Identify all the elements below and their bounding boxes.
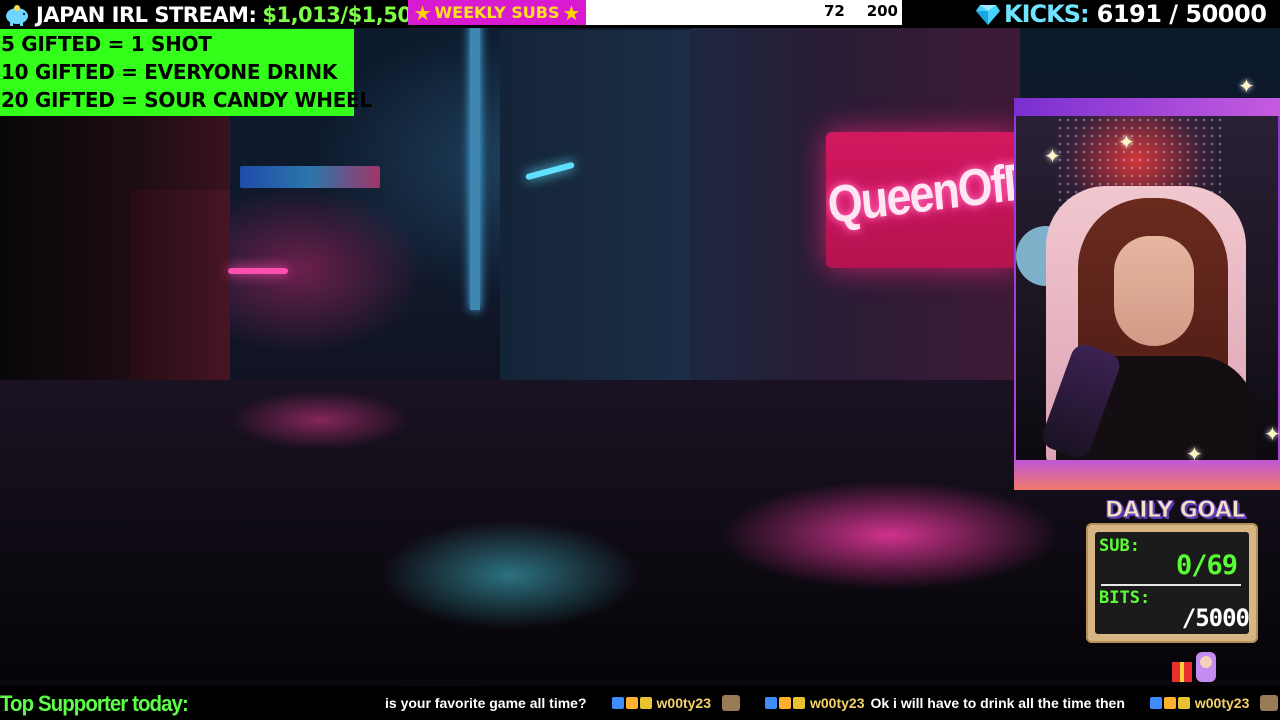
gift-icon <box>1172 652 1216 682</box>
prime-badge-icon <box>611 697 624 709</box>
weekly-subs-goal: 200 <box>866 2 898 20</box>
sparkle-icon: ✦ <box>1044 146 1061 168</box>
gifted-rule: 20 GIFTED = SOUR CANDY WHEEL <box>1 88 372 112</box>
daily-goal-board: SUB: 0/69 BITS: /5000 <box>1086 523 1258 643</box>
kicks-goal: KICKS: 6191 / 50000 <box>976 0 1267 28</box>
top-supporter-label: Top Supporter today: <box>0 691 189 716</box>
gifted-rule: 5 GIFTED = 1 SHOT <box>1 32 212 56</box>
chat-ticker: is your favorite game all time? w00ty23 … <box>385 695 1279 711</box>
chat-badges <box>1149 697 1190 709</box>
star-icon: ★ <box>413 0 432 25</box>
neon-sign-text: QueenOfDa <box>826 149 1016 235</box>
prime-badge-icon <box>1149 697 1162 709</box>
daily-goal-title: DAILY GOAL <box>1105 498 1246 524</box>
daily-goal-divider <box>1101 584 1241 586</box>
emote-icon <box>722 695 740 711</box>
neon-sign: QueenOfDa <box>826 132 1016 268</box>
daily-goal-sub-value: 0/69 <box>1175 550 1238 581</box>
sparkle-icon: ✦ <box>1186 444 1203 466</box>
sub-badge-icon <box>793 697 805 709</box>
kicks-value: 6191 / 50000 <box>1096 0 1267 28</box>
webcam-frame-top <box>1014 98 1280 116</box>
weekly-subs-bar: ★ WEEKLY SUBS ★ 72 200 <box>408 0 902 25</box>
chat-message-text: Ok i will have to drink all the time the… <box>870 695 1125 711</box>
crown-badge-icon <box>779 697 791 709</box>
irl-stream-label: JAPAN IRL STREAM: <box>36 3 257 27</box>
bottom-ticker: Top Supporter today: is your favorite ga… <box>0 686 1280 720</box>
irl-stream-goal: JAPAN IRL STREAM: $1,013/$1,500 <box>4 2 426 28</box>
chat-badges <box>765 697 805 709</box>
gifted-rules-box: 5 GIFTED = 1 SHOT 10 GIFTED = EVERYONE D… <box>0 29 372 116</box>
chat-badges <box>611 697 652 709</box>
sub-badge-icon <box>639 697 652 709</box>
daily-goal-sub-label: SUB: <box>1099 536 1140 556</box>
weekly-subs-label: WEEKLY SUBS <box>434 3 560 22</box>
sub-badge-icon <box>1177 697 1190 709</box>
webcam-frame-bottom <box>1014 460 1280 490</box>
chat-username: w00ty23 <box>810 695 865 711</box>
daily-goal-bits-label: BITS: <box>1099 588 1151 608</box>
diamond-icon <box>976 5 1000 25</box>
weekly-subs-label-box: ★ WEEKLY SUBS ★ <box>408 0 586 25</box>
neon-reflection <box>230 390 410 450</box>
chat-username: w00ty23 <box>1194 695 1250 711</box>
daily-goal-bits-value: /5000 <box>1181 604 1250 632</box>
chat-message-text: is your favorite game all time? <box>385 695 587 711</box>
crown-badge-icon <box>1163 697 1176 709</box>
scene-pipe <box>470 20 480 310</box>
neon-reflection <box>380 520 640 630</box>
sparkle-icon: ✦ <box>1238 76 1255 98</box>
emote-icon <box>1260 695 1279 711</box>
sparkle-icon: ✦ <box>1264 424 1280 446</box>
piggy-bank-icon <box>6 5 28 26</box>
gifted-rule: 10 GIFTED = EVERYONE DRINK <box>1 60 338 84</box>
star-icon: ★ <box>562 0 581 25</box>
kicks-label: KICKS: <box>1004 0 1090 28</box>
neon-windows <box>240 166 380 188</box>
scene-wall-middle <box>500 30 700 430</box>
daily-goal-chalkboard: SUB: 0/69 BITS: /5000 <box>1095 532 1250 634</box>
neon-light <box>228 268 288 274</box>
weekly-subs-progress: 72 200 <box>586 0 902 25</box>
irl-stream-amount: $1,013/$1,500 <box>262 3 426 27</box>
sparkle-icon: ✦ <box>1118 132 1135 154</box>
weekly-subs-current: 72 <box>824 2 845 20</box>
streamer-face <box>1114 236 1194 346</box>
crown-badge-icon <box>625 697 638 709</box>
prime-badge-icon <box>765 697 777 709</box>
chat-username: w00ty23 <box>656 695 711 711</box>
neon-reflection <box>720 480 1060 590</box>
